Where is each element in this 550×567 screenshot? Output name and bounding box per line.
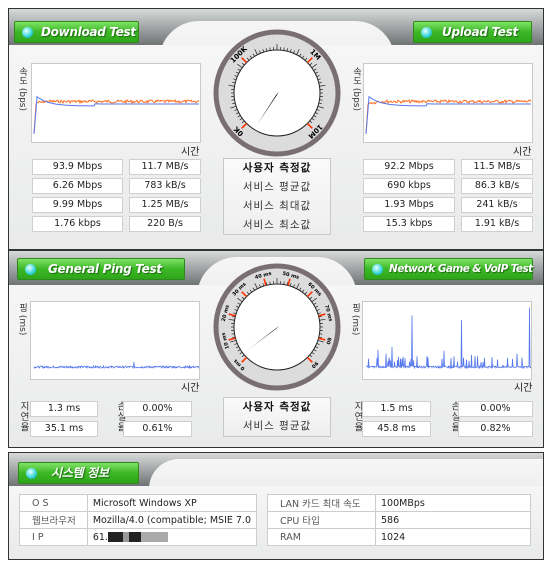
system-info-button[interactable]: 시스템 정보	[18, 462, 139, 484]
label-service-min: 서비스 최소값	[242, 219, 312, 231]
status-led-icon	[372, 264, 383, 275]
lan-value: 100MBps	[375, 494, 531, 512]
system-info-title: 시스템 정보	[51, 466, 109, 480]
table-row: O S Microsoft Windows XP	[19, 494, 258, 512]
label-service-average: 서비스 평균값	[242, 420, 312, 432]
download-bps-value: 9.99 Mbps	[32, 197, 123, 213]
general-latency-avg: 35.1 ms	[30, 421, 98, 437]
os-key: O S	[19, 494, 88, 512]
os-value: Microsoft Windows XP	[86, 494, 258, 512]
upload-x-label: 시간	[513, 147, 532, 158]
game-ping-chart	[362, 301, 532, 380]
upload-bps-value: 92.2 Mbps	[363, 159, 455, 175]
ping-test-section: General Ping Test Network Game & VoIP Te…	[8, 250, 544, 448]
download-x-label: 시간	[181, 147, 200, 158]
browser-key: 웹브라우저	[19, 511, 88, 529]
general-latency-label: 지연율	[18, 401, 29, 433]
general-ping-title: General Ping Test	[48, 262, 162, 276]
upload-bytes-value: 241 kB/s	[461, 197, 533, 213]
system-info-section: 시스템 정보 O S Microsoft Windows XP 웹브라우저 Mozi…	[8, 452, 544, 560]
upload-test-button[interactable]: Upload Test	[413, 21, 532, 43]
game-x-label: 시간	[514, 383, 533, 394]
header-curve	[149, 459, 543, 489]
ip-key: I P	[19, 528, 88, 546]
download-test-button[interactable]: Download Test	[14, 21, 139, 43]
general-loss-user: 0.00%	[123, 401, 192, 417]
download-bps-value: 1.76 kbps	[32, 216, 123, 232]
ram-value: 1024	[375, 528, 531, 546]
upload-bytes-value: 86.3 kB/s	[461, 178, 533, 194]
general-latency-user: 1.3 ms	[30, 401, 98, 417]
upload-bps-value: 1.93 Mbps	[363, 197, 455, 213]
upload-bytes-value: 1.91 kB/s	[461, 216, 533, 232]
label-user-measured: 사용자 측정값	[242, 401, 312, 413]
game-voip-test-button[interactable]: Network Game & VoIP Test	[364, 258, 533, 280]
ping-y-label: 핑 (ms)	[17, 303, 27, 336]
game-latency-avg: 45.8 ms	[362, 421, 431, 437]
upload-y-label: 속도 (bps)	[351, 67, 361, 111]
game-loss-user: 0.00%	[458, 401, 533, 417]
general-ping-test-button[interactable]: General Ping Test	[17, 258, 185, 280]
ping-series-line	[33, 361, 199, 370]
download-bytes-value: 220 B/s	[129, 216, 201, 232]
status-led-icon	[26, 468, 37, 479]
label-service-max: 서비스 최대값	[242, 200, 312, 212]
download-bytes-value: 11.7 MB/s	[129, 159, 201, 175]
system-info-left-table: O S Microsoft Windows XP 웹브라우저 Mozilla/4.0…	[19, 494, 258, 546]
status-led-icon	[25, 264, 36, 275]
status-led-icon	[421, 27, 432, 38]
browser-value: Mozilla/4.0 (compatible; MSIE 7.0	[86, 511, 258, 529]
upload-bps-value: 690 kbps	[363, 178, 455, 194]
speed-test-section: Download Test Upload Test 0K 100K 1M 10M 속도…	[8, 8, 544, 250]
label-user-measured: 사용자 측정값	[242, 162, 312, 174]
general-ping-chart	[30, 301, 200, 380]
speed-center-labels: 사용자 측정값 서비스 평균값 서비스 최대값 서비스 최소값	[223, 158, 331, 235]
ram-key: RAM	[267, 528, 376, 546]
table-row: RAM 1024	[267, 528, 531, 546]
upload-chart	[363, 63, 533, 143]
table-row: LAN 카드 최대 속도 100MBps	[267, 494, 531, 512]
status-led-icon	[22, 27, 33, 38]
ip-cell: 61.	[86, 528, 258, 546]
download-bps-value: 6.26 Mbps	[32, 178, 123, 194]
download-chart	[31, 63, 201, 143]
lan-key: LAN 카드 최대 속도	[267, 494, 376, 512]
ping-center-labels: 사용자 측정값 서비스 평균값	[223, 397, 331, 437]
table-row: I P 61.	[19, 528, 258, 546]
ping-gauge: 0 ms10 ms20 ms30 ms40 ms 50 ms60 ms70 ms8…	[213, 263, 341, 391]
gauge-face	[233, 283, 321, 371]
upload-bytes-value: 11.5 MB/s	[461, 159, 533, 175]
download-y-label: 속도 (bps)	[17, 67, 27, 111]
ping-x-label: 시간	[181, 383, 200, 394]
download-bytes-value: 783 kB/s	[129, 178, 201, 194]
upload-title: Upload Test	[442, 25, 518, 39]
gauge-face	[233, 49, 321, 137]
upload-bps-value: 15.3 kbps	[363, 216, 455, 232]
general-loss-avg: 0.61%	[123, 421, 192, 437]
speed-gauge: 0K100K 1M10M	[213, 29, 341, 157]
download-bytes-value: 1.25 MB/s	[129, 197, 201, 213]
download-bps-value: 93.9 Mbps	[32, 159, 123, 175]
game-latency-user: 1.5 ms	[362, 401, 431, 417]
game-voip-title: Network Game & VoIP Test	[389, 263, 533, 275]
table-row: 웹브라우저 Mozilla/4.0 (compatible; MSIE 7.0	[19, 511, 258, 529]
measured-series-line	[33, 99, 200, 135]
game-y-label: 핑 (ms)	[350, 303, 360, 336]
table-row: CPU 타입 586	[267, 511, 531, 529]
cpu-key: CPU 타입	[267, 511, 376, 529]
ip-value: 61.	[92, 531, 108, 543]
label-service-average: 서비스 평균값	[242, 181, 312, 193]
measured-series-line	[365, 99, 532, 135]
download-title: Download Test	[41, 25, 136, 39]
system-info-right-table: LAN 카드 최대 속도 100MBps CPU 타입 586 RAM 1024	[267, 494, 531, 546]
cpu-value: 586	[375, 511, 531, 529]
ip-redaction	[107, 532, 168, 542]
ping-series-line	[366, 307, 531, 370]
game-loss-avg: 0.82%	[458, 421, 533, 437]
